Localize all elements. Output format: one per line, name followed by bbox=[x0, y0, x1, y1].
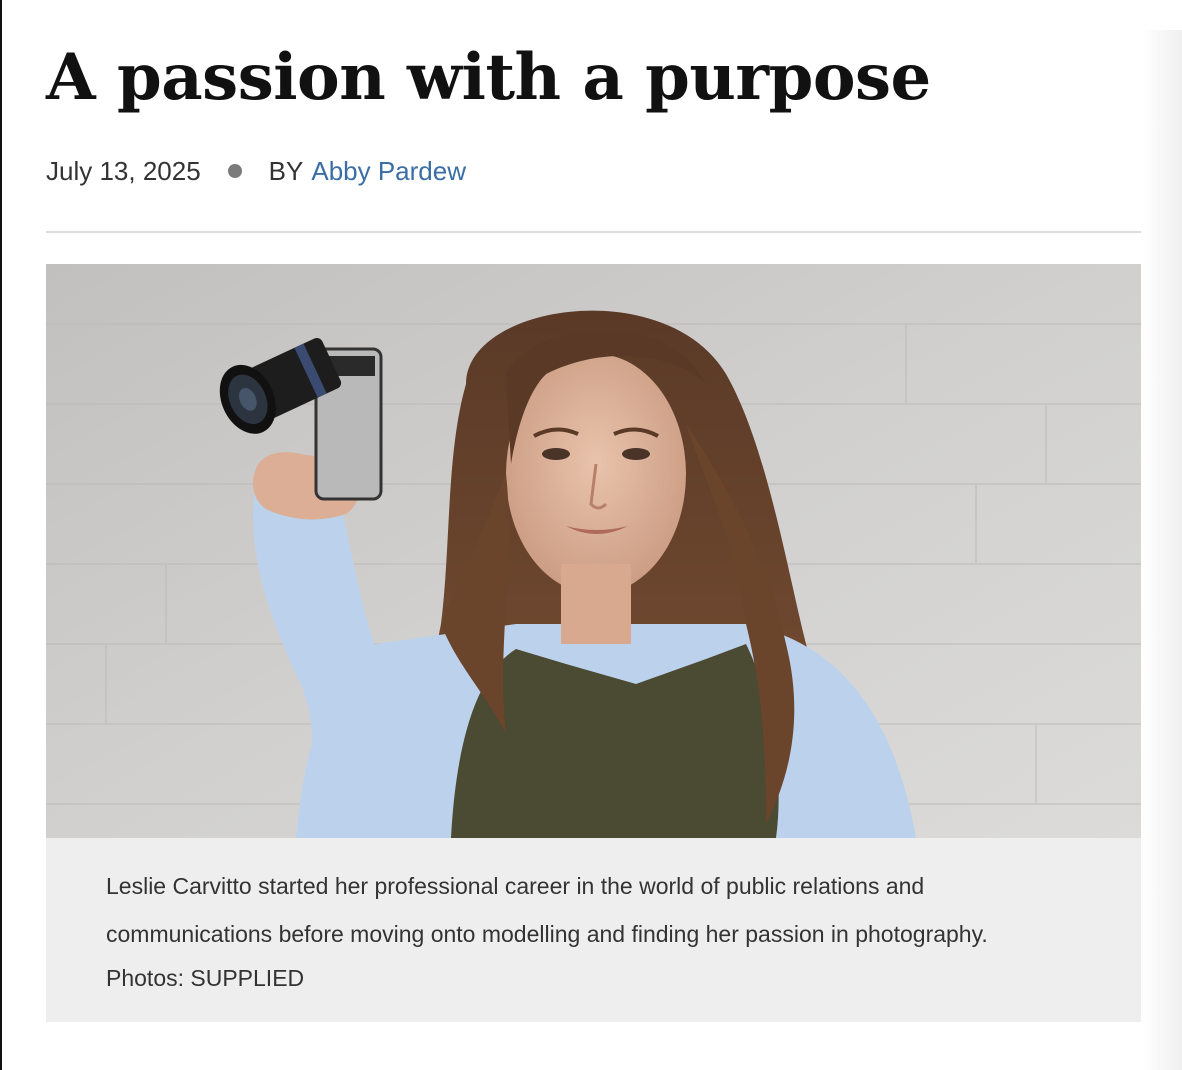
article-title: A passion with a purpose bbox=[46, 40, 931, 115]
byline-label: BY bbox=[268, 155, 304, 186]
page-edge-shadow bbox=[1142, 30, 1182, 1070]
caption-text: Leslie Carvitto started her professional… bbox=[106, 873, 988, 947]
article-body-start bbox=[46, 1022, 1141, 1070]
article-page: A passion with a purpose July 13, 2025 B… bbox=[0, 0, 1182, 1070]
meta-divider bbox=[46, 231, 1141, 233]
photo-caption: Leslie Carvitto started her professional… bbox=[106, 862, 1066, 958]
featured-figure: Leslie Carvitto started her professional… bbox=[46, 264, 1141, 1022]
woman-with-camera-photo bbox=[46, 264, 1141, 838]
photo-credit: Photos: SUPPLIED bbox=[106, 965, 305, 991]
featured-photo[interactable] bbox=[46, 264, 1141, 838]
article-meta: July 13, 2025 BY Abby Pardew bbox=[46, 153, 466, 189]
publish-date: July 13, 2025 bbox=[46, 155, 201, 186]
separator-dot-icon bbox=[227, 164, 242, 178]
author-link[interactable]: Abby Pardew bbox=[311, 156, 466, 187]
